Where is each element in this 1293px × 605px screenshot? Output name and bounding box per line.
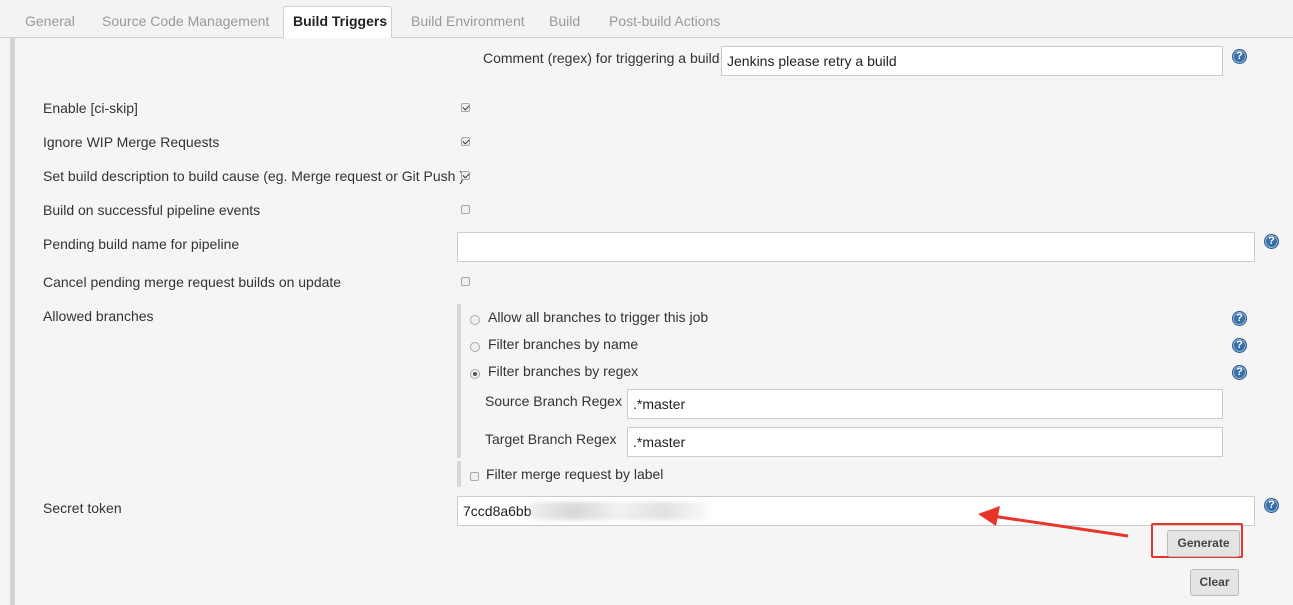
target-branch-regex-input[interactable]: .*master — [627, 427, 1223, 457]
tab-post-build-actions[interactable]: Post-build Actions — [609, 7, 720, 38]
ci-skip-checkbox[interactable] — [461, 103, 470, 112]
ci-skip-label: Enable [ci-skip] — [43, 100, 138, 116]
secret-token-label: Secret token — [43, 500, 122, 516]
source-branch-regex-input[interactable]: .*master — [627, 389, 1223, 419]
set-description-label: Set build description to build cause (eg… — [43, 168, 464, 184]
target-branch-regex-label: Target Branch Regex — [485, 431, 617, 447]
filter-label-checkbox[interactable] — [470, 472, 479, 481]
redacted-token-blur — [530, 502, 708, 520]
radio-filter-by-regex-label[interactable]: Filter branches by regex — [488, 363, 638, 379]
tab-build-environment[interactable]: Build Environment — [411, 7, 525, 38]
radio-allow-all[interactable] — [470, 315, 480, 325]
tab-bar: General Source Code Management Build Tri… — [0, 0, 1293, 39]
ignore-wip-label: Ignore WIP Merge Requests — [43, 134, 220, 150]
radio-filter-by-regex[interactable] — [470, 369, 480, 379]
annotation-arrow-head — [978, 506, 1000, 526]
pending-build-name-input[interactable] — [457, 232, 1255, 262]
pipeline-events-label: Build on successful pipeline events — [43, 202, 261, 218]
source-branch-regex-label: Source Branch Regex — [485, 393, 622, 409]
tab-build-triggers[interactable]: Build Triggers — [283, 6, 392, 39]
radio-filter-by-name[interactable] — [470, 342, 480, 352]
generate-button[interactable]: Generate — [1167, 530, 1240, 557]
help-icon[interactable]: ? — [1232, 365, 1247, 380]
comment-regex-input[interactable]: Jenkins please retry a build — [721, 46, 1223, 76]
help-icon[interactable]: ? — [1264, 234, 1279, 249]
comment-regex-label: Comment (regex) for triggering a build — [483, 50, 720, 66]
set-description-checkbox[interactable] — [461, 171, 470, 180]
allowed-branches-label: Allowed branches — [43, 308, 154, 324]
cancel-pending-checkbox[interactable] — [461, 277, 470, 286]
help-icon[interactable]: ? — [1232, 338, 1247, 353]
allowed-branches-section-bar — [457, 304, 461, 458]
filter-label-label: Filter merge request by label — [486, 466, 664, 482]
tab-general[interactable]: General — [25, 7, 75, 38]
radio-filter-by-name-label[interactable]: Filter branches by name — [488, 336, 638, 352]
help-icon[interactable]: ? — [1232, 49, 1247, 64]
help-icon[interactable]: ? — [1264, 498, 1279, 513]
cancel-pending-label: Cancel pending merge request builds on u… — [43, 274, 342, 290]
tab-source-code-management[interactable]: Source Code Management — [102, 7, 269, 38]
tab-build[interactable]: Build — [549, 7, 580, 38]
clear-button[interactable]: Clear — [1190, 569, 1239, 596]
ignore-wip-checkbox[interactable] — [461, 137, 470, 146]
filter-label-section-bar — [457, 461, 461, 487]
pending-build-name-label: Pending build name for pipeline — [43, 236, 240, 252]
section-indent-bar — [10, 38, 15, 605]
pipeline-events-checkbox[interactable] — [461, 205, 470, 214]
help-icon[interactable]: ? — [1232, 311, 1247, 326]
annotation-arrow — [978, 506, 1129, 538]
annotation-arrow-line — [991, 514, 1129, 538]
radio-allow-all-label[interactable]: Allow all branches to trigger this job — [488, 309, 708, 325]
